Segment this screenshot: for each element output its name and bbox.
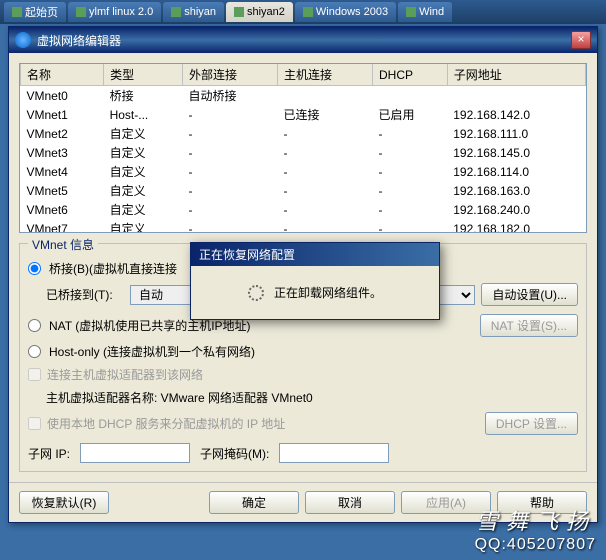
vmnet-table[interactable]: 名称类型外部连接主机连接DHCP子网地址 VMnet0桥接自动桥接VMnet1H… (19, 63, 587, 233)
bridge-label: 桥接(B)(虚拟机直接连接 (49, 260, 177, 277)
modal-text: 正在卸载网络组件。 (274, 284, 382, 301)
hostonly-label: Host-only (连接虚拟机到一个私有网络) (49, 343, 255, 360)
tab[interactable]: ylmf linux 2.0 (68, 2, 161, 22)
tab[interactable]: shiyan (163, 2, 224, 22)
dhcp-settings-button[interactable]: DHCP 设置... (485, 412, 578, 435)
browser-tabs: 起始页ylmf linux 2.0shiyanshiyan2Windows 20… (0, 0, 606, 24)
table-row[interactable]: VMnet6自定义---192.168.240.0 (21, 200, 586, 219)
table-row[interactable]: VMnet7自定义---192.168.182.0 (21, 219, 586, 233)
tab[interactable]: shiyan2 (226, 2, 293, 22)
tab-icon (12, 7, 22, 17)
bridge-radio[interactable] (28, 262, 41, 275)
watermark: 雪舞飞扬 QQ:405207807 (475, 504, 596, 554)
tab-icon (303, 7, 313, 17)
adapter-name-label: 主机虚拟适配器名称: VMware 网络适配器 VMnet0 (46, 389, 313, 406)
tab-icon (76, 7, 86, 17)
spinner-icon (248, 285, 264, 301)
nat-settings-button[interactable]: NAT 设置(S)... (480, 314, 578, 337)
dhcp-chk-label: 使用本地 DHCP 服务来分配虚拟机的 IP 地址 (47, 415, 285, 432)
app-icon (15, 32, 31, 48)
subnet-ip-label: 子网 IP: (28, 445, 70, 462)
adapter-checkbox[interactable] (28, 368, 41, 381)
table-row[interactable]: VMnet2自定义---192.168.111.0 (21, 124, 586, 143)
table-row[interactable]: VMnet4自定义---192.168.114.0 (21, 162, 586, 181)
dhcp-checkbox[interactable] (28, 417, 41, 430)
column-header[interactable]: 类型 (104, 64, 183, 86)
column-header[interactable]: 外部连接 (182, 64, 277, 86)
table-row[interactable]: VMnet5自定义---192.168.163.0 (21, 181, 586, 200)
modal-title: 正在恢复网络配置 (191, 243, 439, 266)
column-header[interactable]: 子网地址 (447, 64, 585, 86)
auto-settings-button[interactable]: 自动设置(U)... (481, 283, 578, 306)
column-header[interactable]: 名称 (21, 64, 104, 86)
subnet-ip-input[interactable] (80, 443, 190, 463)
hostonly-radio[interactable] (28, 345, 41, 358)
column-header[interactable]: 主机连接 (277, 64, 372, 86)
progress-modal: 正在恢复网络配置 正在卸载网络组件。 (190, 242, 440, 320)
ok-button[interactable]: 确定 (209, 491, 299, 514)
adapter-chk-label: 连接主机虚拟适配器到该网络 (47, 366, 203, 383)
subnet-mask-label: 子网掩码(M): (200, 445, 269, 462)
window-title: 虚拟网络编辑器 (37, 32, 121, 49)
cancel-button[interactable]: 取消 (305, 491, 395, 514)
restore-defaults-button[interactable]: 恢复默认(R) (19, 491, 109, 514)
tab-icon (406, 7, 416, 17)
tab[interactable]: 起始页 (4, 2, 66, 22)
tab[interactable]: Windows 2003 (295, 2, 396, 22)
subnet-mask-input[interactable] (279, 443, 389, 463)
table-row[interactable]: VMnet3自定义---192.168.145.0 (21, 143, 586, 162)
tab[interactable]: Wind (398, 2, 452, 22)
column-header[interactable]: DHCP (372, 64, 447, 86)
bridge-to-label: 已桥接到(T): (46, 286, 124, 303)
group-title: VMnet 信息 (28, 236, 98, 253)
titlebar: 虚拟网络编辑器 × (9, 27, 597, 53)
close-button[interactable]: × (571, 31, 591, 49)
tab-icon (234, 7, 244, 17)
table-row[interactable]: VMnet1Host-...-已连接已启用192.168.142.0 (21, 105, 586, 124)
tab-icon (171, 7, 181, 17)
nat-radio[interactable] (28, 319, 41, 332)
table-row[interactable]: VMnet0桥接自动桥接 (21, 86, 586, 106)
